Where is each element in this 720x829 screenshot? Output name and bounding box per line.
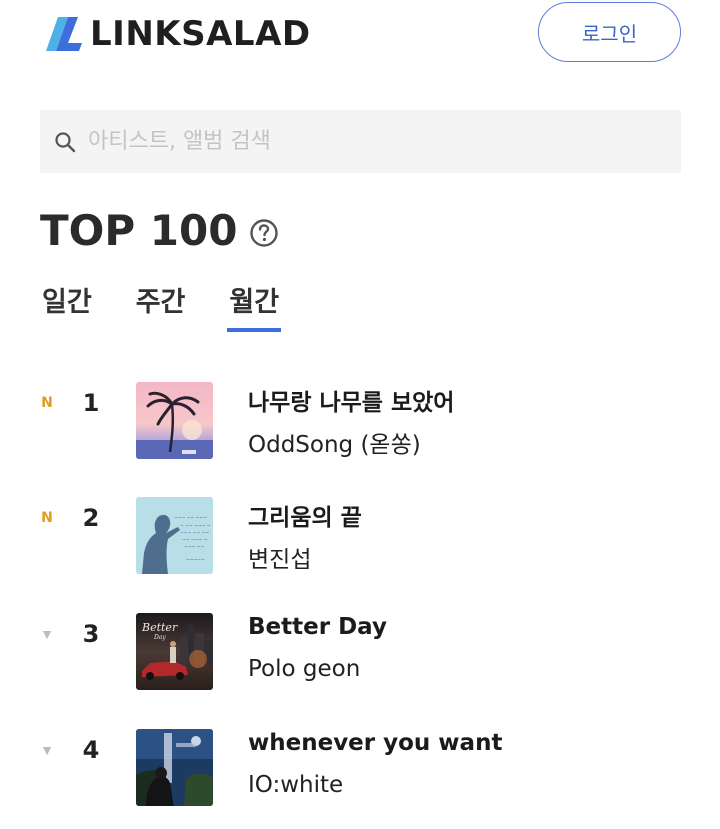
tab-monthly[interactable]: 월간 [227,280,281,332]
search-icon [55,131,76,152]
artist-name[interactable]: 변진섭 [248,540,311,574]
svg-text:~~~ ~~ ~~~: ~~~ ~~ ~~~ [174,516,207,521]
chart-title-row: TOP 100 [40,206,279,255]
svg-text:~~~ ~~: ~~~ ~~ [184,545,205,550]
rank-number: 1 [82,389,100,417]
page-title: TOP 100 [40,206,238,255]
rank-number: 3 [82,620,100,648]
rank-down-arrow-icon: ▼ [40,742,54,758]
rank-change-new-badge: N [41,510,53,526]
rank-number: 4 [82,736,100,764]
chart-row[interactable]: ▼ 3 Better Day Better Day Polo geon [0,596,720,690]
brand-name: LINKSALAD [90,14,311,54]
svg-text:Day: Day [153,634,166,641]
rank-number: 2 [82,504,100,532]
rank-down-arrow-icon: ▼ [40,626,54,642]
question-circle-icon[interactable] [249,218,279,248]
song-title[interactable]: 그리움의 끝 [248,498,362,532]
search-input[interactable] [88,129,648,154]
svg-text:~~~ ~~ ~~: ~~~ ~~ ~~ [180,531,209,536]
tab-daily[interactable]: 일간 [40,280,94,332]
album-cover-palm-tree[interactable] [136,382,213,459]
header: LINKSALAD 로그인 [0,0,720,70]
linksalad-logo-icon [46,17,82,51]
artist-name[interactable]: Polo geon [248,656,360,682]
tab-weekly[interactable]: 주간 [134,280,188,332]
chart-row[interactable]: ▼ 4 whenever you want IO:white [0,712,720,806]
brand-logo[interactable]: LINKSALAD [44,14,311,54]
song-title[interactable]: 나무랑 나무를 보았어 [248,383,454,417]
chart-row[interactable]: N 2 ~~~ ~~ ~~~ ~ ~~ ~~~ ~ ~~~ ~~ ~~ ~~ ~… [0,480,720,574]
song-title[interactable]: whenever you want [248,730,502,756]
login-button[interactable]: 로그인 [538,2,681,62]
song-title[interactable]: Better Day [248,614,387,640]
svg-text:~ ~~ ~~~ ~: ~ ~~ ~~~ ~ [180,524,211,529]
search-bar[interactable] [40,110,681,173]
svg-text:~~ ~~~ ~: ~~ ~~~ ~ [182,538,208,543]
rank-change-new-badge: N [41,395,53,411]
album-cover-city-car[interactable]: Better Day [136,613,213,690]
album-cover-night-figure[interactable] [136,729,213,806]
period-tabs: 일간 주간 월간 [40,280,321,332]
svg-text:~~~~~: ~~~~~ [186,558,205,563]
album-cover-singer-silhouette[interactable]: ~~~ ~~ ~~~ ~ ~~ ~~~ ~ ~~~ ~~ ~~ ~~ ~~~ ~… [136,497,213,574]
artist-name[interactable]: IO:white [248,772,343,798]
artist-name[interactable]: OddSong (옫쏭) [248,425,421,459]
chart-row[interactable]: N 1 나무랑 나무를 보았어 OddSong (옫쏭) [0,365,720,459]
svg-text:Better: Better [141,621,178,634]
